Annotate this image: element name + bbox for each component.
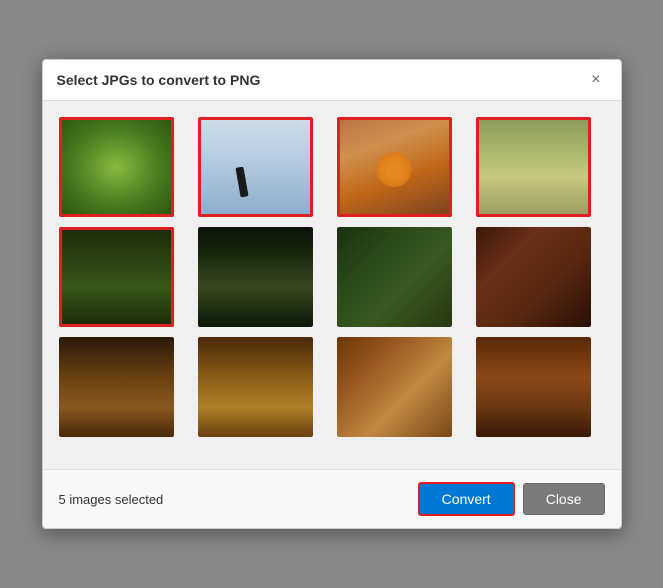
dialog-titlebar: Select JPGs to convert to PNG ×	[43, 60, 621, 101]
image-cell-3[interactable]	[337, 117, 452, 217]
title-close-button[interactable]: ×	[585, 70, 606, 90]
image-cell-6[interactable]	[198, 227, 313, 327]
image-thumbnail-8	[476, 227, 591, 327]
convert-button[interactable]: Convert	[418, 482, 515, 516]
image-thumbnail-7	[337, 227, 452, 327]
image-thumbnail-6	[198, 227, 313, 327]
image-cell-1[interactable]	[59, 117, 174, 217]
convert-dialog: Select JPGs to convert to PNG ×	[42, 59, 622, 529]
image-thumbnail-10	[198, 337, 313, 437]
close-button[interactable]: Close	[523, 483, 605, 515]
image-grid	[59, 117, 605, 437]
image-thumbnail-5	[59, 227, 174, 327]
image-thumbnail-4	[476, 117, 591, 217]
image-thumbnail-3	[337, 117, 452, 217]
image-cell-12[interactable]	[476, 337, 591, 437]
dialog-title: Select JPGs to convert to PNG	[57, 72, 261, 88]
image-cell-5[interactable]	[59, 227, 174, 327]
image-thumbnail-2	[198, 117, 313, 217]
image-cell-11[interactable]	[337, 337, 452, 437]
image-cell-9[interactable]	[59, 337, 174, 437]
image-thumbnail-1	[59, 117, 174, 217]
image-cell-10[interactable]	[198, 337, 313, 437]
image-cell-8[interactable]	[476, 227, 591, 327]
image-thumbnail-12	[476, 337, 591, 437]
image-cell-4[interactable]	[476, 117, 591, 217]
image-cell-2[interactable]	[198, 117, 313, 217]
image-cell-7[interactable]	[337, 227, 452, 327]
image-thumbnail-11	[337, 337, 452, 437]
dialog-footer: 5 images selected Convert Close	[43, 469, 621, 528]
dialog-body	[43, 101, 621, 469]
image-thumbnail-9	[59, 337, 174, 437]
status-text: 5 images selected	[59, 492, 164, 507]
